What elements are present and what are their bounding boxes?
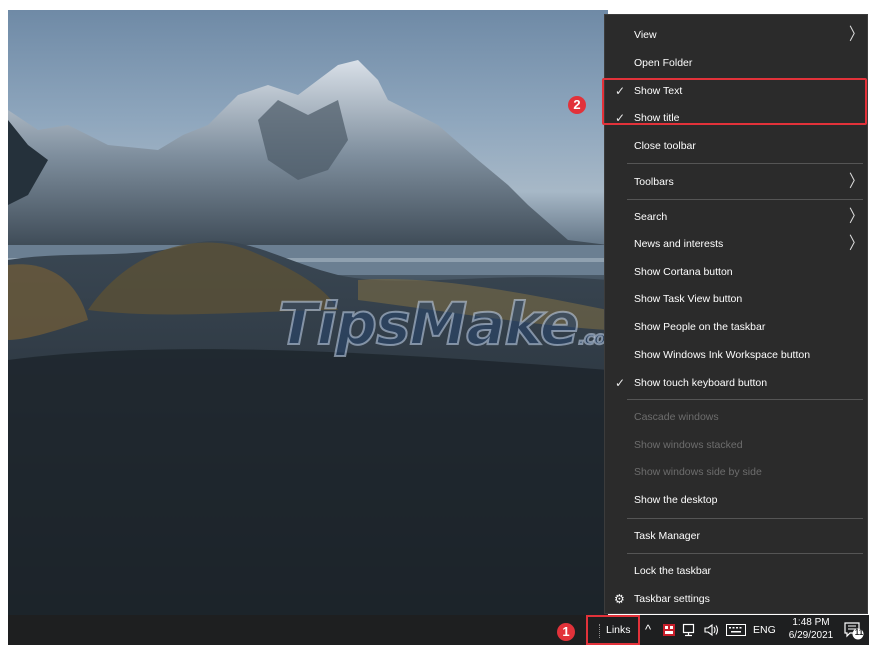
menu-separator	[627, 399, 863, 400]
menu-item-show-touch-keyboard[interactable]: ✓ Show touch keyboard button	[605, 370, 867, 396]
menu-separator	[627, 199, 863, 200]
system-clock[interactable]: 1:48 PM 6/29/2021	[786, 616, 836, 642]
menu-item-show-windows-stacked: Show windows stacked	[634, 439, 743, 451]
app-tray-icon[interactable]	[662, 623, 676, 637]
menu-item-open-folder[interactable]: Open Folder	[605, 50, 867, 76]
menu-item-show-task-view-button[interactable]: Show Task View button	[605, 286, 867, 312]
menu-item-view[interactable]: View 〉	[605, 22, 867, 48]
menu-item-show-people[interactable]: Show People on the taskbar	[605, 314, 867, 340]
gear-icon: ⚙	[614, 592, 625, 606]
menu-separator	[627, 553, 863, 554]
volume-icon[interactable]	[704, 623, 720, 637]
input-language-indicator[interactable]: ENG	[753, 615, 776, 645]
menu-item-cascade-windows: Cascade windows	[634, 411, 719, 423]
chevron-right-icon: 〉	[849, 24, 863, 44]
menu-separator	[627, 163, 863, 164]
chevron-right-icon: 〉	[849, 171, 863, 191]
notification-count-badge: 11	[854, 628, 864, 637]
menu-item-search[interactable]: Search 〉	[605, 204, 867, 230]
clock-date: 6/29/2021	[788, 630, 834, 641]
taskbar: Links ^ ENG 1:48 PM 6/29/2021 11	[8, 615, 869, 645]
menu-item-show-cortana-button[interactable]: Show Cortana button	[605, 259, 867, 285]
annotation-highlight-show-options	[602, 78, 867, 125]
menu-item-toolbars[interactable]: Toolbars 〉	[605, 169, 867, 195]
touch-keyboard-icon[interactable]	[726, 624, 746, 636]
menu-item-show-windows-ink[interactable]: Show Windows Ink Workspace button	[605, 342, 867, 368]
watermark-logo: TipsMake.com	[277, 289, 608, 359]
menu-item-close-toolbar[interactable]: Close toolbar	[605, 133, 867, 159]
desktop-wallpaper: TipsMake.com	[8, 10, 608, 615]
menu-separator	[627, 518, 863, 519]
annotation-badge-step-2: 2	[568, 96, 586, 114]
menu-item-show-the-desktop[interactable]: Show the desktop	[605, 487, 867, 513]
menu-item-show-windows-side-by-side: Show windows side by side	[634, 466, 762, 478]
menu-item-task-manager[interactable]: Task Manager	[605, 523, 867, 549]
annotation-badge-step-1: 1	[557, 623, 575, 641]
show-hidden-icons-chevron-icon[interactable]: ^	[645, 615, 651, 645]
menu-item-news-and-interests[interactable]: News and interests 〉	[605, 231, 867, 257]
clock-time: 1:48 PM	[792, 617, 830, 628]
annotation-highlight-links	[586, 615, 640, 645]
menu-item-taskbar-settings[interactable]: ⚙ Taskbar settings	[605, 586, 867, 612]
chevron-right-icon: 〉	[849, 233, 863, 253]
checkmark-icon: ✓	[615, 376, 626, 390]
menu-item-lock-the-taskbar[interactable]: Lock the taskbar	[605, 558, 867, 584]
network-icon[interactable]	[682, 623, 698, 637]
